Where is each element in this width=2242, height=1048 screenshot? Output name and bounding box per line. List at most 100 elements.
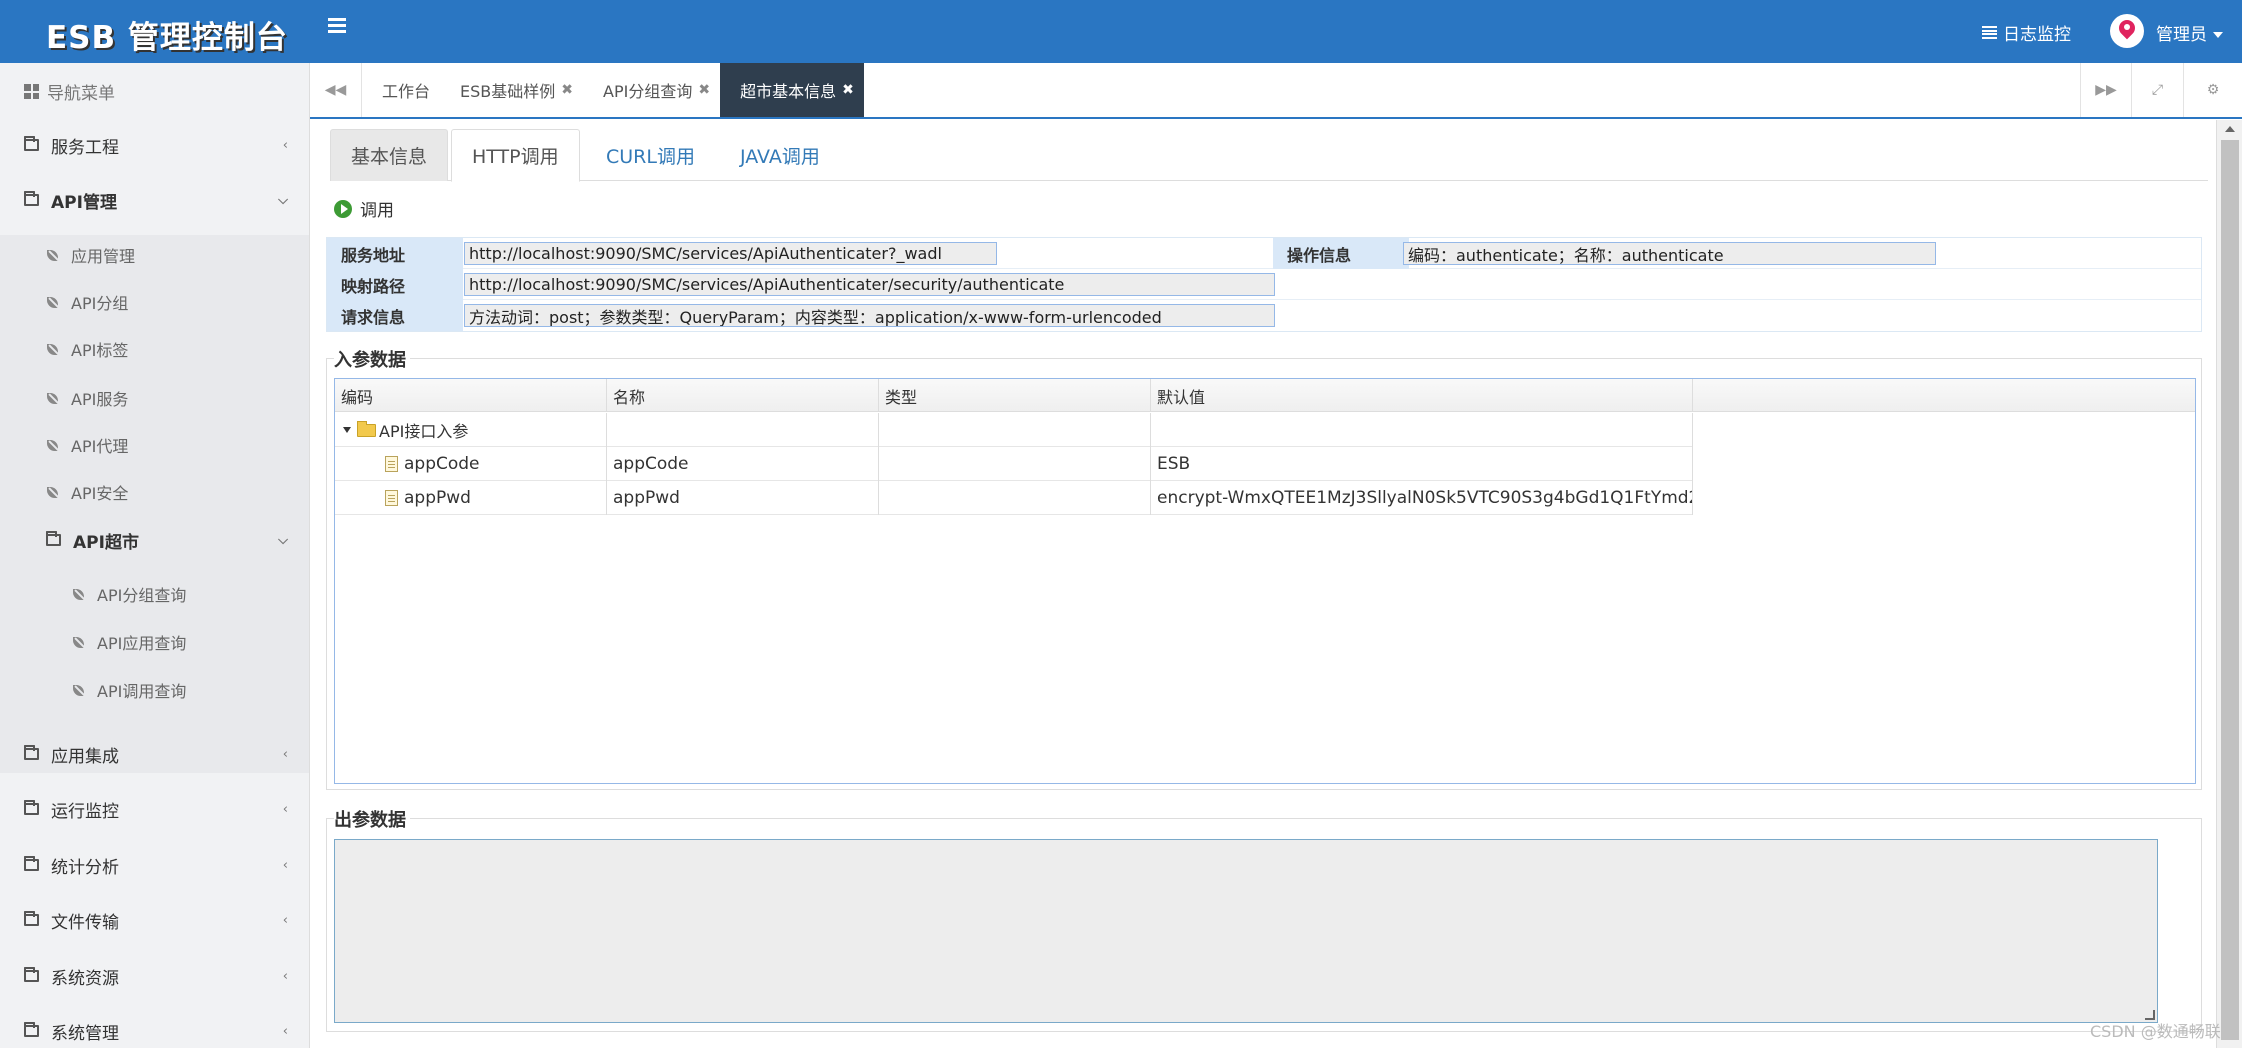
folder-icon — [46, 531, 61, 546]
sidebar-item-statistics[interactable]: 统计分析 ‹ — [24, 850, 294, 880]
chevron-down-icon: ⌵ — [278, 533, 288, 548]
sidebar-item-file-transfer[interactable]: 文件传输 ‹ — [24, 905, 294, 935]
table-row[interactable]: API接口入参 — [335, 413, 1693, 447]
expand-icon[interactable] — [343, 427, 351, 433]
top-header: ESB 管理控制台 日志监控 管理员 — [0, 0, 2242, 63]
chevron-left-icon: ‹ — [282, 138, 288, 153]
sidebar-item-system-management[interactable]: 系统管理 ‹ — [24, 1016, 294, 1046]
form-row: 服务地址 http://localhost:9090/SMC/services/… — [327, 238, 2201, 269]
tab-list: 工作台 ESB基础样例 ✖ API分组查询 ✖ 超市基本信息 ✖ — [362, 63, 864, 117]
tab-scroll-left-icon[interactable]: ◀◀ — [310, 63, 362, 117]
request-info-label: 请求信息 — [327, 300, 463, 331]
sidebar-subitem[interactable]: API标签 — [46, 336, 128, 362]
chevron-left-icon: ‹ — [282, 802, 288, 817]
tab-market-basic-info[interactable]: 超市基本信息 ✖ — [720, 63, 864, 117]
output-params-legend: 出参数据 — [334, 806, 410, 832]
page-tabs: 基本信息 HTTP调用 CURL调用 JAVA调用 — [330, 129, 2208, 182]
param-default-cell[interactable]: ESB — [1151, 447, 1693, 481]
mapping-path-field[interactable]: http://localhost:9090/SMC/services/ApiAu… — [464, 273, 1275, 296]
sidebar-subitem[interactable]: API服务 — [46, 385, 128, 411]
sidebar-subitem[interactable]: API安全 — [46, 479, 128, 505]
sidebar-subitem[interactable]: API代理 — [46, 432, 128, 458]
leaf-icon — [72, 588, 85, 601]
column-header[interactable]: 默认值 — [1151, 379, 1693, 412]
sidebar: 导航菜单 服务工程 ‹ API管理 ⌵ 应用管理 API分组 API标签 API… — [0, 63, 310, 1048]
file-icon — [385, 456, 398, 472]
folder-icon — [24, 967, 39, 982]
param-code-cell: appCode — [335, 447, 607, 481]
service-address-label: 服务地址 — [327, 238, 463, 269]
table-row[interactable]: appPwd appPwd encrypt-WmxQTEE1MzJ3Sllyal… — [335, 481, 1693, 515]
tab-bar: ◀◀ 工作台 ESB基础样例 ✖ API分组查询 ✖ 超市基本信息 ✖ ▶▶ ⤢ ⚙ — [310, 63, 2242, 119]
sidebar-item-api-management[interactable]: API管理 ⌵ — [24, 185, 294, 215]
log-monitor-link[interactable]: 日志监控 — [1982, 20, 2071, 45]
table-row[interactable]: appCode appCode ESB — [335, 447, 1693, 481]
user-name: 管理员 — [2156, 25, 2207, 45]
tree-node-root[interactable]: API接口入参 — [335, 413, 607, 447]
app-title: ESB 管理控制台 — [46, 20, 288, 56]
tab-http-invoke[interactable]: HTTP调用 — [451, 129, 580, 182]
grid-icon — [24, 84, 39, 99]
close-icon[interactable]: ✖ — [842, 82, 854, 98]
param-code-cell: appPwd — [335, 481, 607, 515]
caret-down-icon — [2213, 32, 2223, 38]
file-icon — [385, 490, 398, 506]
leaf-icon — [46, 249, 59, 262]
param-default-cell[interactable]: encrypt-WmxQTEE1MzJ3SllyalN0Sk5VTC90S3g4… — [1151, 481, 1693, 515]
sidebar-item-api-market[interactable]: API超市 ⌵ — [46, 525, 294, 555]
chevron-left-icon: ‹ — [282, 913, 288, 928]
form-row: 请求信息 方法动词：post；参数类型：QueryParam；内容类型：appl… — [327, 300, 2201, 331]
form-row: 映射路径 http://localhost:9090/SMC/services/… — [327, 269, 2201, 300]
tab-scroll-right-icon[interactable]: ▶▶ — [2080, 63, 2132, 117]
sidebar-item-app-integration[interactable]: 应用集成 ‹ — [24, 739, 294, 769]
avatar[interactable] — [2110, 14, 2144, 48]
leaf-icon — [72, 684, 85, 697]
sidebar-subitem[interactable]: API分组查询 — [72, 581, 186, 607]
invoke-button[interactable]: 调用 — [334, 196, 394, 221]
column-header[interactable]: 编码 — [335, 379, 607, 412]
operation-info-field[interactable]: 编码：authenticate；名称：authenticate — [1403, 242, 1936, 265]
folder-open-icon — [357, 420, 376, 437]
service-address-field[interactable]: http://localhost:9090/SMC/services/ApiAu… — [464, 242, 997, 265]
column-header[interactable]: 名称 — [607, 379, 879, 412]
folder-icon — [24, 191, 39, 206]
play-icon — [334, 199, 352, 218]
tab-basic-info[interactable]: 基本信息 — [330, 129, 449, 181]
param-type-cell — [879, 447, 1151, 481]
tab-api-group-query[interactable]: API分组查询 ✖ — [583, 63, 720, 117]
tab-java-invoke[interactable]: JAVA调用 — [720, 129, 840, 181]
folder-icon — [24, 136, 39, 151]
sidebar-item-system-resources[interactable]: 系统资源 ‹ — [24, 961, 294, 991]
sidebar-subitem[interactable]: API调用查询 — [72, 677, 186, 703]
sidebar-title: 导航菜单 — [24, 79, 115, 104]
output-textarea[interactable] — [334, 839, 2158, 1023]
tab-curl-invoke[interactable]: CURL调用 — [586, 129, 715, 181]
chevron-left-icon: ‹ — [282, 747, 288, 762]
tab-workbench[interactable]: 工作台 — [362, 63, 440, 117]
folder-icon — [24, 800, 39, 815]
request-info-field[interactable]: 方法动词：post；参数类型：QueryParam；内容类型：applicati… — [464, 304, 1275, 327]
scrollbar-thumb[interactable] — [2221, 140, 2239, 1040]
request-info-form: 服务地址 http://localhost:9090/SMC/services/… — [326, 237, 2202, 332]
chevron-left-icon: ‹ — [282, 1024, 288, 1039]
column-header[interactable]: 类型 — [879, 379, 1151, 412]
menu-toggle-icon[interactable] — [328, 18, 346, 36]
operation-info-label: 操作信息 — [1273, 238, 1409, 269]
tab-esb-samples[interactable]: ESB基础样例 ✖ — [440, 63, 583, 117]
leaf-icon — [46, 392, 59, 405]
sidebar-subitem[interactable]: 应用管理 — [46, 242, 135, 268]
user-menu[interactable]: 管理员 — [2156, 20, 2223, 45]
sidebar-item-run-monitor[interactable]: 运行监控 ‹ — [24, 794, 294, 824]
close-icon[interactable]: ✖ — [561, 82, 573, 98]
gear-icon[interactable]: ⚙ — [2184, 63, 2242, 117]
vertical-scrollbar[interactable] — [2216, 120, 2242, 1048]
leaf-icon — [46, 439, 59, 452]
sidebar-subitem[interactable]: API分组 — [46, 289, 128, 315]
sidebar-subitem[interactable]: API应用查询 — [72, 629, 186, 655]
folder-icon — [24, 1022, 39, 1037]
fullscreen-icon[interactable]: ⤢ — [2132, 63, 2184, 117]
close-icon[interactable]: ✖ — [698, 82, 710, 98]
sidebar-item-service-project[interactable]: 服务工程 ‹ — [24, 130, 294, 160]
param-name-cell: appPwd — [607, 481, 879, 515]
folder-icon — [24, 856, 39, 871]
